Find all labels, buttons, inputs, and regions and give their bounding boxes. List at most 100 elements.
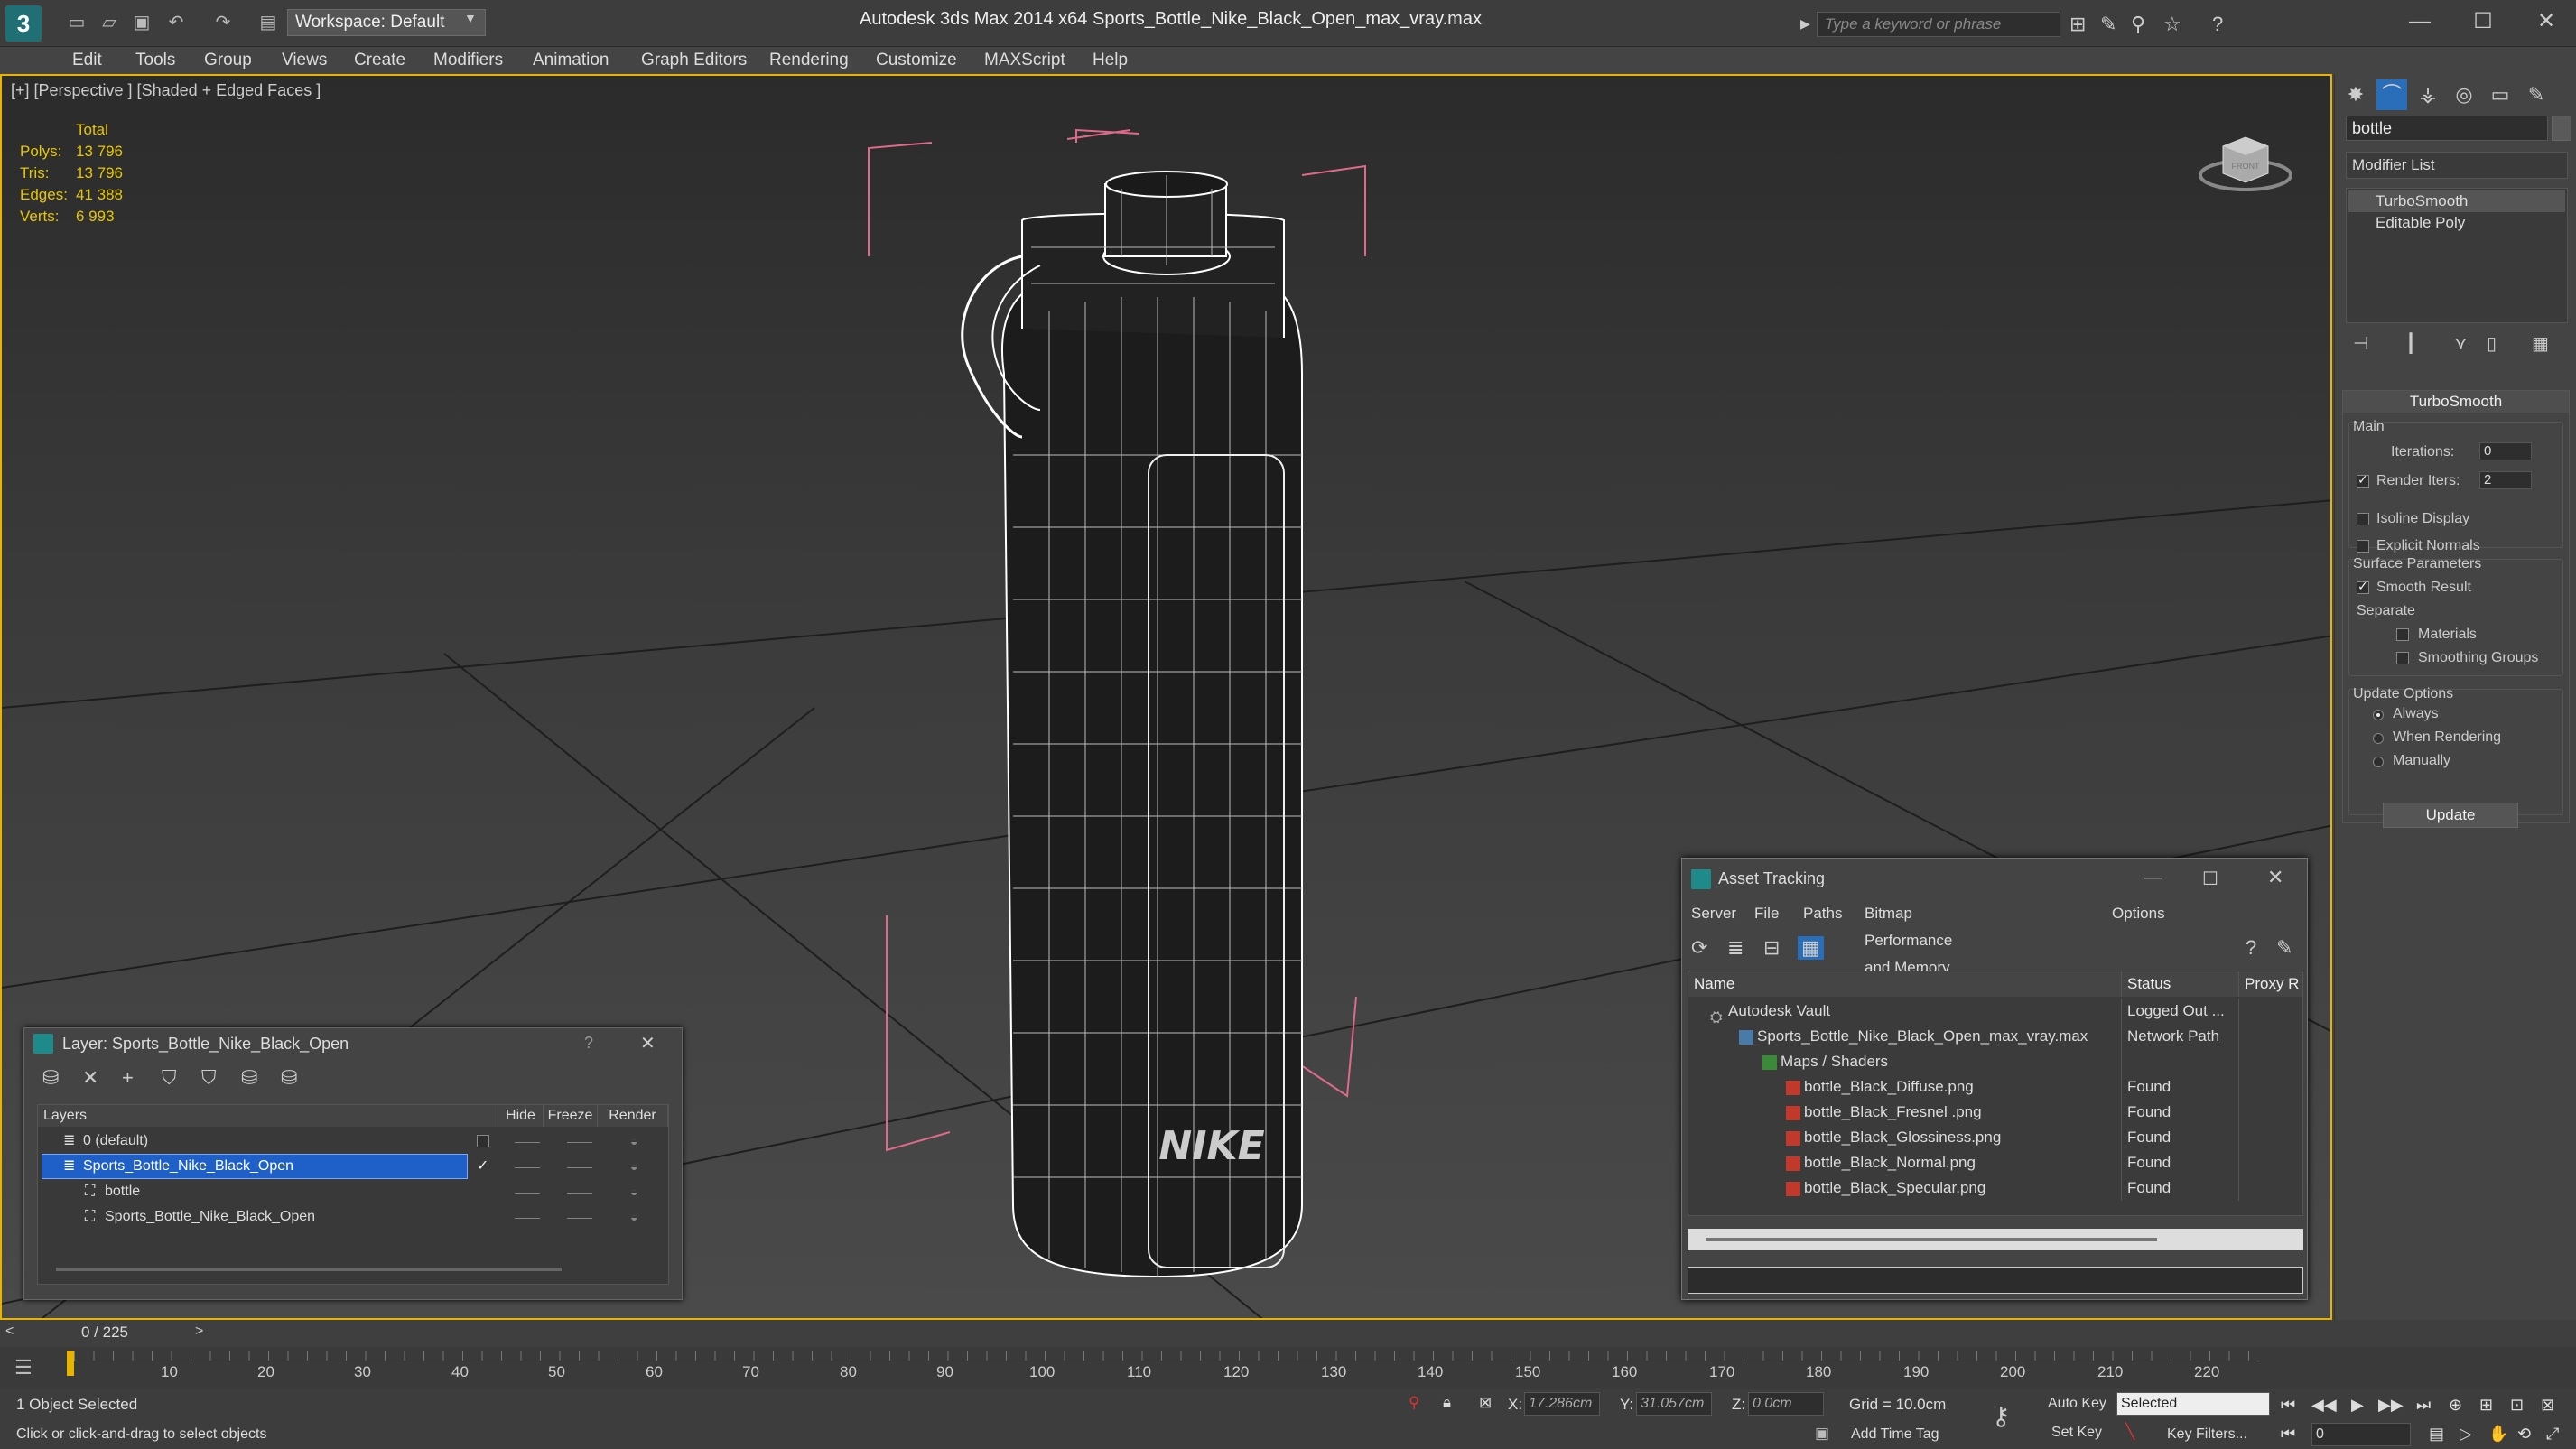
go-to-start-icon[interactable]: ⏮ [2281,1396,2295,1415]
auto-key-button[interactable]: Auto Key [2048,1396,2106,1412]
hierarchy-tab-icon[interactable]: ⚶ [2413,79,2443,110]
previous-frame-icon[interactable]: < [5,1324,14,1340]
menu-file[interactable]: File [1754,900,1779,927]
undo-icon[interactable]: ↶ [164,11,188,34]
zoom-extents-icon[interactable]: ⊡ [2510,1396,2524,1415]
horizontal-scrollbar[interactable] [1688,1229,2303,1250]
menu-options[interactable]: Options [2112,900,2165,927]
viewport-label[interactable]: [+] [Perspective ] [Shaded + Edged Faces… [11,81,321,100]
asset-path-field[interactable] [1688,1267,2303,1294]
object-name-input[interactable]: bottle [2346,116,2548,141]
smoothing-groups-checkbox[interactable] [2396,652,2409,664]
render-iters-checkbox[interactable] [2357,472,2369,488]
add-to-layer-icon[interactable]: + [122,1066,134,1090]
menu-server[interactable]: Server [1691,900,1736,927]
display-tab-icon[interactable]: ▭ [2485,79,2516,110]
help-icon[interactable]: ? [2246,936,2256,960]
app-logo-icon[interactable]: 3 [5,5,42,42]
open-file-icon[interactable]: ▱ [98,11,121,34]
maximize-icon[interactable]: ☐ [2456,5,2510,38]
help-icon[interactable]: ? [584,1034,593,1053]
asset-row[interactable]: bottle_Black_Specular.png Found [1688,1175,2302,1201]
x-coordinate-field[interactable]: 17.286cm [1524,1392,1600,1416]
minimize-icon[interactable]: — [2393,5,2447,38]
y-coordinate-field[interactable]: 31.057cm [1636,1392,1712,1416]
new-file-icon[interactable]: ▭ [65,11,88,34]
asset-row[interactable]: bottle_Black_Normal.png Found [1688,1150,2302,1175]
highlight-layer-icon[interactable]: ⛉ [201,1066,217,1090]
menu-graph-editors[interactable]: Graph Editors [641,47,747,74]
favorites-icon[interactable]: ☆ [2163,13,2181,36]
make-unique-icon[interactable]: ⋎ [2454,332,2468,355]
asset-row[interactable]: bottle_Black_Diffuse.png Found [1688,1074,2302,1100]
field-of-view-icon[interactable]: ▷ [2460,1425,2472,1444]
column-name[interactable]: Name [1688,971,2122,997]
column-freeze[interactable]: Freeze [544,1105,598,1127]
search-arrow-icon[interactable]: ▶ [1800,16,1810,32]
menu-modifiers[interactable]: Modifiers [433,47,503,74]
stack-item-turbosmooth[interactable]: TurboSmooth [2348,190,2565,212]
select-objects-icon[interactable]: ⛉ [162,1066,177,1090]
layer-row[interactable]: ⛶ bottle —— —— ◒ [40,1179,668,1204]
key-filters-button[interactable]: Key Filters... [2167,1426,2247,1443]
save-icon[interactable]: ▣ [130,11,153,34]
close-icon[interactable]: ✕ [640,1032,656,1054]
menu-rendering[interactable]: Rendering [769,47,849,74]
menu-maxscript[interactable]: MAXScript [984,47,1065,74]
key-mode-toggle-icon[interactable]: ⏮ [2281,1425,2295,1444]
maximize-viewport-icon[interactable]: ⤢ [2546,1425,2559,1444]
delete-layer-icon[interactable]: ✕ [82,1066,98,1090]
utilities-tab-icon[interactable]: ✎ [2521,79,2552,110]
menu-edit[interactable]: Edit [72,47,102,74]
pan-icon[interactable]: ✋ [2488,1425,2508,1444]
remove-modifier-icon[interactable]: ▯ [2487,332,2497,355]
minimize-icon[interactable]: — [2144,868,2162,888]
time-configuration-icon[interactable]: ▤ [2429,1425,2444,1444]
current-layer-check-icon[interactable]: ✓ [477,1154,488,1179]
refresh-icon[interactable]: ⟳ [1691,936,1707,960]
table-view-icon[interactable]: ▦ [1798,936,1824,960]
menu-views[interactable]: Views [282,47,327,74]
object-color-swatch[interactable] [2552,116,2571,141]
current-frame-field[interactable]: 0 [2311,1423,2411,1446]
next-frame-icon[interactable]: > [195,1324,203,1340]
zoom-icon[interactable]: ⊕ [2449,1396,2462,1415]
tree-view-icon[interactable]: ⊟ [1763,936,1780,960]
zoom-all-icon[interactable]: ⊞ [2479,1396,2493,1415]
layer-row[interactable]: ⛶ Sports_Bottle_Nike_Black_Open —— —— ◒ [40,1204,668,1230]
communication-icon[interactable]: ⚲ [2131,13,2145,36]
iterations-spinner[interactable]: 0 [2479,442,2532,460]
zoom-extents-all-icon[interactable]: ⊠ [2541,1396,2554,1415]
list-view-icon[interactable]: ≣ [1727,936,1744,960]
go-to-end-icon[interactable]: ⏭ [2416,1396,2431,1415]
viewcube-icon[interactable]: FRONT [2196,119,2295,200]
freeze-all-icon[interactable]: ⛁ [281,1066,297,1090]
materials-checkbox[interactable] [2396,628,2409,641]
asset-row[interactable]: bottle_Black_Fresnel .png Found [1688,1100,2302,1125]
project-folder-icon[interactable]: ▤ [256,11,280,34]
set-key-icon[interactable]: ⚷ [1992,1401,2011,1431]
always-radio[interactable] [2373,710,2384,720]
column-status[interactable]: Status [2122,971,2239,997]
menu-tools[interactable]: Tools [135,47,175,74]
time-slider[interactable]: < 0 / 225 > [0,1320,2576,1347]
render-iters-spinner[interactable]: 2 [2479,471,2532,489]
modifier-list-dropdown[interactable]: Modifier List [2346,152,2568,179]
horizontal-scrollbar[interactable] [56,1268,562,1271]
current-layer-checkbox[interactable] [477,1135,489,1147]
previous-key-icon[interactable]: ◀◀ [2311,1396,2337,1415]
isoline-display-checkbox[interactable] [2357,513,2369,525]
asset-row[interactable]: bottle_Black_Glossiness.png Found [1688,1125,2302,1150]
binoculars-icon[interactable]: ⊞ [2069,13,2086,36]
configure-sets-icon[interactable]: ▦ [2532,332,2549,355]
asset-row[interactable]: Maps / Shaders [1688,1049,2302,1074]
asset-row[interactable]: Sports_Bottle_Nike_Black_Open_max_vray.m… [1688,1024,2302,1049]
column-render[interactable]: Render [598,1105,668,1127]
mini-curve-editor-icon[interactable]: ☰ [14,1356,33,1379]
key-mode-dropdown[interactable]: Selected [2116,1392,2270,1416]
hide-all-icon[interactable]: ⛁ [241,1066,257,1090]
search-input[interactable]: Type a keyword or phrase [1817,12,2060,37]
column-proxy[interactable]: Proxy R [2239,971,2302,997]
play-icon[interactable]: ▶ [2351,1396,2364,1415]
menu-customize[interactable]: Customize [876,47,957,74]
